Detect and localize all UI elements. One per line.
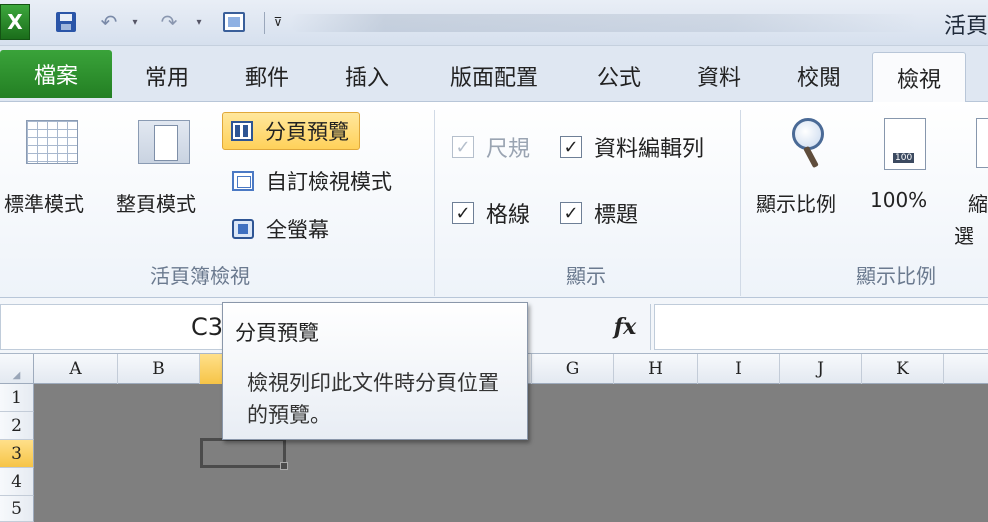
tooltip-title: 分頁預覽 xyxy=(235,321,319,345)
window-title: 活頁 xyxy=(944,14,988,39)
row-header-1[interactable]: 1 xyxy=(0,384,34,412)
headings-checkbox[interactable]: ✓ 標題 xyxy=(560,198,638,228)
zoom-to-selection-label-2: 選 xyxy=(954,224,974,248)
group-separator xyxy=(434,110,435,296)
tab-view[interactable]: 檢視 xyxy=(872,52,966,103)
formula-bar-label: 資料編輯列 xyxy=(594,137,705,162)
workbook-views-group-label: 活頁簿檢視 xyxy=(150,264,250,288)
ribbon-tab-bar: 檔案 常用 郵件 插入 版面配置 公式 資料 校閱 檢視 xyxy=(0,46,988,103)
formula-input[interactable] xyxy=(654,304,988,350)
gridlines-label: 格線 xyxy=(486,203,531,228)
undo-dropdown-button[interactable]: ▾ xyxy=(128,8,142,36)
tab-mailings[interactable]: 郵件 xyxy=(222,50,312,102)
column-header-a[interactable]: A xyxy=(34,354,118,384)
tooltip-body: 檢視列印此文件時分頁位置的預覽。 xyxy=(247,371,499,427)
show-group-label: 顯示 xyxy=(566,264,606,288)
page-layout-icon xyxy=(138,120,190,164)
formula-bar-check-box: ✓ xyxy=(560,136,582,158)
row-header-5[interactable]: 5 xyxy=(0,496,34,522)
zoom-to-selection-icon xyxy=(976,118,988,168)
page-break-preview-label: 分頁預覽 xyxy=(265,120,349,144)
tab-insert[interactable]: 插入 xyxy=(322,50,412,102)
name-box[interactable]: C3 xyxy=(0,304,230,350)
column-header-g[interactable]: G xyxy=(532,354,614,384)
gridlines-checkbox[interactable]: ✓ 格線 xyxy=(452,198,530,228)
page-break-preview-button[interactable]: 分頁預覽 xyxy=(222,112,360,150)
clipboard-icon xyxy=(223,12,245,32)
row-header-2[interactable]: 2 xyxy=(0,412,34,440)
page-layout-button[interactable]: 整頁模式 xyxy=(116,188,196,217)
active-cell[interactable] xyxy=(200,438,286,468)
redo-dropdown-button[interactable]: ▾ xyxy=(192,8,206,36)
column-header-b[interactable]: B xyxy=(118,354,200,384)
ruler-label: 尺規 xyxy=(486,137,531,162)
save-button[interactable] xyxy=(52,8,80,36)
tab-home[interactable]: 常用 xyxy=(122,50,212,102)
quick-access-separator xyxy=(264,12,265,34)
full-screen-button[interactable]: 全螢幕 xyxy=(232,210,329,248)
custom-views-label: 自訂檢視模式 xyxy=(266,170,392,194)
tab-data[interactable]: 資料 xyxy=(676,50,762,102)
custom-views-icon xyxy=(232,171,254,191)
headings-check-box: ✓ xyxy=(560,202,582,224)
zoom-100-button[interactable]: 100% xyxy=(870,188,927,212)
fill-handle[interactable] xyxy=(280,462,288,470)
tab-review[interactable]: 校閱 xyxy=(776,50,862,102)
row-header-3[interactable]: 3 xyxy=(0,440,34,468)
select-all-button[interactable]: ◢ xyxy=(0,354,34,384)
row-header-4[interactable]: 4 xyxy=(0,468,34,496)
magnifier-icon xyxy=(790,118,824,170)
page-break-icon xyxy=(231,121,253,141)
headings-label: 標題 xyxy=(594,203,639,228)
tab-file[interactable]: 檔案 xyxy=(0,50,112,98)
tab-page-layout[interactable]: 版面配置 xyxy=(432,50,556,102)
formula-bar-separator xyxy=(650,304,651,350)
customize-quick-access-button[interactable]: ⊽ xyxy=(270,8,286,36)
column-header-k[interactable]: K xyxy=(862,354,944,384)
insert-function-button[interactable]: fx xyxy=(604,310,646,344)
zoom-to-selection-button[interactable]: 縮 xyxy=(968,188,988,217)
zoom-100-icon xyxy=(884,118,926,170)
ruler-check-box: ✓ xyxy=(452,136,474,158)
excel-logo-icon[interactable]: X xyxy=(0,4,30,40)
column-header-i[interactable]: I xyxy=(698,354,780,384)
undo-button[interactable]: ↶ xyxy=(96,8,122,36)
column-header-h[interactable]: H xyxy=(614,354,698,384)
clipboard-button[interactable] xyxy=(218,8,250,36)
ribbon: 標準模式 整頁模式 分頁預覽 自訂檢視模式 全螢幕 活頁簿檢視 ✓ 尺規 ✓ 資… xyxy=(0,102,988,298)
title-bar: X ↶ ▾ ↷ ▾ ⊽ 活頁 xyxy=(0,0,988,46)
custom-views-button[interactable]: 自訂檢視模式 xyxy=(232,162,392,200)
normal-view-button[interactable]: 標準模式 xyxy=(4,188,84,217)
column-header-j[interactable]: J xyxy=(780,354,862,384)
normal-view-icon xyxy=(26,120,78,164)
zoom-group-label: 顯示比例 xyxy=(856,264,936,288)
full-screen-icon xyxy=(232,219,254,239)
zoom-button[interactable]: 顯示比例 xyxy=(756,188,836,217)
blurred-title-area xyxy=(290,14,920,32)
page-break-preview-tooltip: 分頁預覽 檢視列印此文件時分頁位置的預覽。 xyxy=(222,302,528,440)
formula-bar-checkbox[interactable]: ✓ 資料編輯列 xyxy=(560,132,704,162)
save-icon xyxy=(56,12,76,32)
redo-button[interactable]: ↷ xyxy=(156,8,182,36)
full-screen-label: 全螢幕 xyxy=(266,218,329,242)
tab-formulas[interactable]: 公式 xyxy=(576,50,662,102)
group-separator xyxy=(740,110,741,296)
gridlines-check-box: ✓ xyxy=(452,202,474,224)
ruler-checkbox[interactable]: ✓ 尺規 xyxy=(452,132,530,162)
